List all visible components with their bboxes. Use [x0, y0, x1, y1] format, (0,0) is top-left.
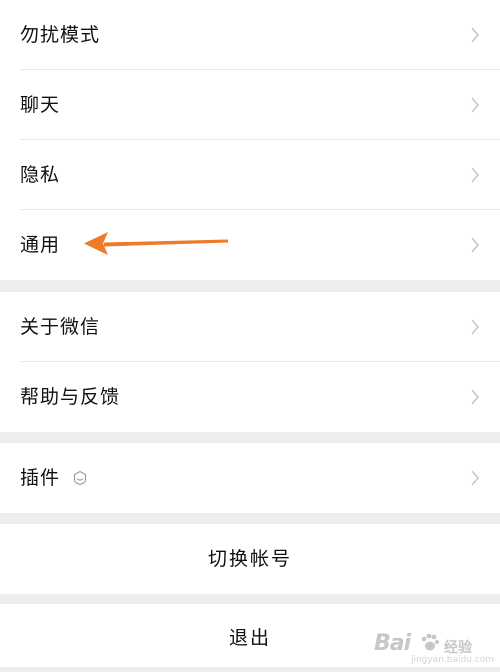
row-about-wechat[interactable]: 关于微信 — [0, 292, 500, 362]
plugin-badge-icon — [73, 470, 87, 486]
row-do-not-disturb[interactable]: 勿扰模式 — [0, 0, 500, 70]
baidu-watermark: Bai 经验 jingyan.baidu.com — [374, 625, 494, 665]
chevron-right-icon — [471, 319, 480, 335]
watermark-suffix: 经验 — [444, 640, 472, 656]
switch-account-label: 切换帐号 — [207, 548, 292, 570]
chevron-right-icon — [471, 470, 480, 486]
chevron-right-icon — [471, 389, 480, 405]
chevron-right-icon — [471, 167, 480, 183]
row-label: 聊天 — [20, 94, 61, 116]
settings-group-about: 关于微信 帮助与反馈 — [0, 292, 500, 432]
chevron-right-icon — [471, 237, 480, 253]
row-chat[interactable]: 聊天 — [0, 70, 500, 140]
watermark-brand: Bai — [374, 631, 411, 656]
row-privacy[interactable]: 隐私 — [0, 140, 500, 210]
row-label: 帮助与反馈 — [20, 386, 121, 408]
switch-account-button[interactable]: 切换帐号 — [0, 524, 500, 594]
paw-icon — [421, 633, 440, 651]
logout-label: 退出 — [228, 627, 271, 649]
row-general[interactable]: 通用 — [0, 210, 500, 280]
chevron-right-icon — [471, 27, 480, 43]
row-label: 通用 — [20, 234, 61, 256]
row-label: 插件 — [20, 467, 61, 489]
watermark-url: jingyan.baidu.com — [410, 655, 494, 665]
row-label: 隐私 — [20, 164, 61, 186]
row-label: 关于微信 — [20, 316, 101, 338]
settings-screen: 勿扰模式 聊天 隐私 通用 关于微信 帮助与反馈 插件 切换帐号 退出 Bai … — [0, 0, 500, 667]
row-label: 勿扰模式 — [20, 24, 101, 46]
annotation-arrow-icon — [84, 232, 228, 255]
chevron-right-icon — [471, 97, 480, 113]
settings-group-plugins: 插件 — [0, 443, 500, 513]
row-plugins[interactable]: 插件 — [0, 443, 500, 513]
row-help-feedback[interactable]: 帮助与反馈 — [0, 362, 500, 432]
settings-group-main: 勿扰模式 聊天 隐私 通用 — [0, 0, 500, 280]
